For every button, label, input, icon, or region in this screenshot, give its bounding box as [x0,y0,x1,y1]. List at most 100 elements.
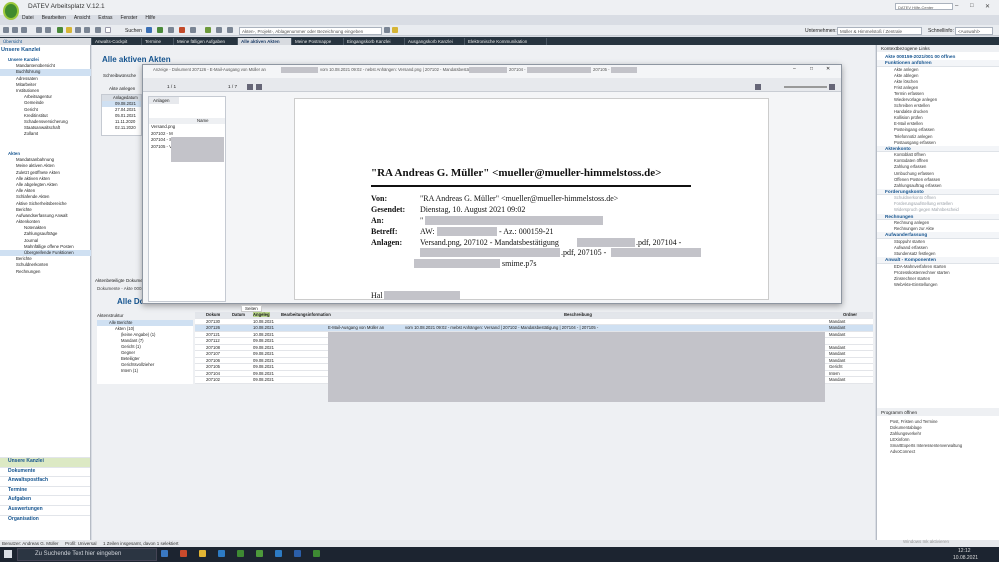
redacted-attachment [469,67,507,73]
menu-bearbeiten[interactable]: Bearbeiten [42,15,66,24]
nav-aufgaben[interactable]: Aufgaben [0,495,90,505]
redacted-name [281,67,318,73]
search-icon[interactable] [105,27,111,33]
menu-fenster[interactable]: Fenster [120,15,137,24]
settings-icon[interactable] [190,27,196,33]
redo-icon[interactable] [45,27,51,33]
zoom-slider[interactable] [784,86,827,88]
struktur-item[interactable]: Intern (1) [97,368,193,374]
taskview-icon[interactable] [161,550,168,557]
zoom-in-icon[interactable] [829,84,835,90]
datev-taskbar-icon[interactable] [237,550,244,557]
tab-seiten[interactable]: Seiten [241,305,262,312]
viewer-title-suffix2: 207104 - [509,67,526,72]
refresh-icon[interactable] [157,27,163,33]
grid-col-angelegt[interactable]: Angeleg [253,312,270,317]
tab-alle-aktiven-akten[interactable]: Alle aktiven Akten [238,38,292,45]
previous-page-icon[interactable] [247,84,253,90]
redacted-filenames [171,137,224,162]
tree-item[interactable]: Rechnungen [0,269,91,275]
funnel-icon[interactable] [66,27,72,33]
home-icon[interactable] [3,27,9,33]
tab-meine-postmappe[interactable]: Meine Postmappe [292,38,344,45]
grid-col-ordner[interactable]: Ordner [843,312,857,317]
akte-anlegen-button[interactable]: Akte anlegen [103,86,135,91]
tab-elektronische-kommunikation[interactable]: Elektronische Kommunikation [465,38,547,45]
cell-angelegt: 09.08.2021 [253,357,274,363]
grid-icon[interactable] [75,27,81,33]
mail-icon[interactable] [168,27,174,33]
info-icon[interactable] [216,27,222,33]
datev-active-icon[interactable] [256,550,263,557]
close-icon[interactable]: ✕ [985,3,990,10]
browser-icon[interactable] [180,550,187,557]
nav-organisation[interactable]: Organisation [0,514,90,525]
list-icon[interactable] [95,27,101,33]
forward-icon[interactable] [21,27,27,33]
print-icon[interactable] [146,27,152,33]
grid-col-datum[interactable]: Datum [232,312,245,317]
programm-item[interactable]: AdvoConnect [877,449,999,455]
nav-auswertungen[interactable]: Auswertungen [0,504,90,515]
akte-oeffnen-link[interactable]: Akte 000159-2021/001 00 öffnen [877,52,999,60]
filter-icon[interactable] [57,27,63,33]
nav-termine[interactable]: Termine [0,485,90,496]
schreibwunsche-button[interactable]: Schreibwünsche [103,73,136,78]
schnellinfo-select[interactable]: <Auswahl> [955,27,993,35]
favorite-icon[interactable] [392,27,398,33]
tab-anwalts-cockpit[interactable]: Anwalts-Cockpit [92,38,142,45]
menu-ansicht[interactable]: Ansicht [74,15,90,24]
outlook-icon[interactable] [275,550,282,557]
grid-col-dokum[interactable]: Dokum [206,312,220,317]
viewer-close-icon[interactable]: ✕ [826,66,830,72]
grid-col-info[interactable]: Bearbeitungsinformation [281,312,331,317]
word-icon[interactable] [294,550,301,557]
maximize-icon[interactable]: □ [970,3,974,9]
nav-anwaltspostfach[interactable]: Anwaltspostfach [0,476,90,486]
tab-eingangskorb[interactable]: Eingangskorb Kanzlei [344,38,405,45]
undo-icon[interactable] [36,27,42,33]
nav-dokumente[interactable]: Dokumente [0,466,90,477]
unternehmen-select[interactable]: Müller & Himmelstoß / Zentrale [837,27,922,35]
anlagen-panel: Anlagen Name Versand.png 207102 - M 2071… [148,96,226,302]
tab-ausgangskorb[interactable]: Ausgangskorb Kanzlei [405,38,465,45]
betreff-prefix: AW: [420,227,435,236]
tab-dokumente[interactable]: Dokume [126,278,143,283]
viewer-maximize-icon[interactable]: □ [810,66,813,72]
dropdown-icon[interactable] [227,27,233,33]
delete-icon[interactable] [179,27,185,33]
status-zeilen: 1 Zeilen insgesamt, davon 1 selektiert [103,541,179,546]
grid-col-beschreibung[interactable]: Beschreibung [564,312,592,317]
windows-start-icon[interactable] [4,550,12,558]
tab-aktenbeteiligte[interactable]: Aktenbeteiligte [95,278,125,283]
back-icon[interactable] [12,27,18,33]
activate-hint: Windows Ink aktivieren [903,539,950,544]
viewer-minimize-icon[interactable]: – [793,66,796,72]
search-go-icon[interactable] [384,27,390,33]
tab-uebersicht[interactable]: Übersicht [0,38,92,45]
context-link[interactable]: WebAkte-Einstellungen [877,282,999,288]
tab-termine[interactable]: Termine [142,38,174,45]
cell-ordner: Mandant [829,325,846,330]
akten-search-input[interactable]: Akten-, Projekt-, Ablagenummer oder Beze… [239,27,382,35]
next-page-icon[interactable] [256,84,262,90]
menu-datei[interactable]: Datei [22,15,34,24]
excel-icon[interactable] [313,550,320,557]
menu-extras[interactable]: Extras [98,15,112,24]
menu-hilfe[interactable]: Hilfe [145,15,155,24]
minimize-icon[interactable]: – [955,3,958,9]
help-icon[interactable] [205,27,211,33]
akten-tree: Akten Mandatsanbahnung Meine aktiven Akt… [0,151,91,275]
status-profil: Profil: Universal [65,541,97,546]
zoom-out-icon[interactable] [755,84,761,90]
nav-unsere-kanzlei[interactable]: Unsere Kanzlei [0,457,90,467]
columns-icon[interactable] [84,27,90,33]
explorer-icon[interactable] [199,550,206,557]
tree-item[interactable]: Zollamt [0,131,91,137]
search-label[interactable]: Suchen [125,28,142,34]
tab-anlagen[interactable]: Anlagen [149,97,179,104]
mail-app-icon[interactable] [218,550,225,557]
tab-faellige-aufgaben[interactable]: Meine fälligen Aufgaben [174,38,238,45]
hilfecenter-search[interactable]: DATEV Hilfe-Center [895,3,953,10]
akten-row[interactable]: 02.11.2020 [102,125,141,131]
